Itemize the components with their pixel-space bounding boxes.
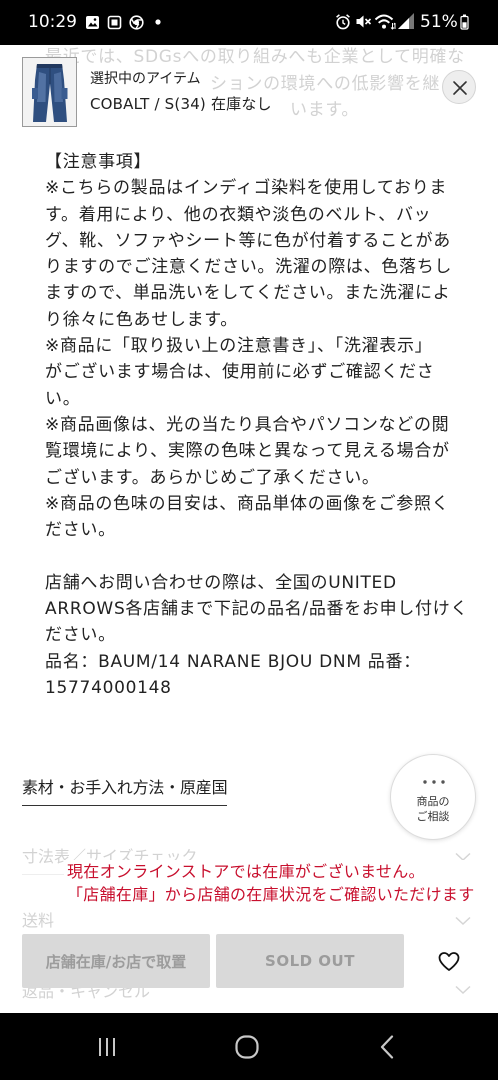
- product-thumbnail[interactable]: [22, 57, 77, 127]
- care-notes-line: ※商品の色味の目安は、商品単体の画像をご参照く: [45, 493, 450, 514]
- close-button[interactable]: [442, 70, 476, 104]
- signal-icon: [397, 12, 415, 30]
- favorite-button[interactable]: [437, 950, 461, 972]
- recents-button[interactable]: [67, 1013, 147, 1080]
- chrome-icon: [129, 15, 144, 30]
- product-consultation-button[interactable]: 商品の ご相談: [390, 754, 476, 840]
- store-inquiry-line: 店舗へお問い合わせの際は、全国のUNITED: [45, 572, 397, 593]
- store-inquiry-line: ARROWS各店舗まで下記の品名/品番をお申し付けく: [45, 599, 469, 620]
- sold-out-button[interactable]: SOLD OUT: [216, 934, 404, 988]
- consult-label-line2: ご相談: [416, 810, 450, 823]
- care-notes-line: り徐々に色あせします。: [45, 309, 238, 330]
- care-notes-heading: 【注意事項】: [45, 152, 152, 172]
- store-inquiry-text: 店舗へお問い合わせの際は、全国のUNITED ARROWS各店舗まで下記の品名/…: [45, 570, 468, 701]
- selected-item-variant: COBALT / S(34) 在庫なし: [90, 95, 272, 113]
- product-name-code-line: 品名：BAUM/14 NARANE BJOU DNM 品番：: [45, 651, 421, 672]
- heart-icon: [438, 952, 460, 971]
- care-notes-line: す。着用により、他の衣類や淡色のベルト、バッ: [45, 204, 432, 225]
- care-notes-line: グ、靴、ソファやシート等に色が付着することがあ: [45, 230, 451, 251]
- chevron-down-icon: [455, 985, 471, 995]
- back-icon: [380, 1034, 394, 1059]
- background-text-fragment: います。: [290, 100, 360, 120]
- back-button[interactable]: [347, 1013, 427, 1080]
- care-notes-line: りますのでご注意ください。洗濯の際は、色落ちし: [45, 257, 453, 278]
- care-notes-line: がございます場合は、使用前に必ずご確認くださ: [45, 362, 435, 383]
- product-code: 15774000148: [45, 677, 172, 698]
- care-notes-line: ※商品画像は、光の当たり具合やパソコンなどの閲: [45, 414, 450, 435]
- care-notes-line: 覧環境により、実際の色味と異なって見える場合が: [45, 441, 450, 462]
- care-notes-line: ますので、単品洗いをしてください。また洗濯によ: [45, 283, 451, 304]
- care-notes: 【注意事項】 ※こちらの製品はインディゴ染料を使用しておりま す。着用により、他…: [45, 149, 452, 543]
- consult-label-line1: 商品の: [416, 795, 450, 808]
- tab-material-care-origin[interactable]: 素材・お手入れ方法・原産国: [22, 776, 228, 806]
- battery-percentage: 51%: [420, 12, 458, 32]
- out-of-stock-notice: 現在オンラインストアでは在庫がございません。 「店舗在庫」から店舗の在庫状況をご…: [64, 860, 476, 906]
- home-icon: [235, 1034, 259, 1059]
- care-notes-line: ございます。あらかじめご了承ください。: [45, 467, 380, 488]
- accordion-item-shipping[interactable]: 送料: [22, 909, 54, 933]
- background-text-fragment: 最近では、SDGsへの取り組みへも企業として明確な: [45, 47, 465, 67]
- screenshot-icon: [107, 15, 122, 30]
- chevron-down-icon: [455, 916, 471, 926]
- more-dots-icon: [423, 780, 445, 784]
- mute-icon: [355, 13, 372, 30]
- close-icon: [453, 81, 467, 95]
- selected-item-label: 選択中のアイテム: [90, 71, 201, 87]
- care-notes-line: ださい。: [45, 520, 116, 541]
- system-navigation-bar: [0, 1013, 498, 1080]
- notification-dot-icon: [155, 19, 161, 25]
- battery-icon: [460, 14, 469, 30]
- status-bar: 10:29 51%: [0, 0, 498, 45]
- home-button[interactable]: [207, 1013, 287, 1080]
- store-stock-reserve-button[interactable]: 店舗在庫/お店で取置: [22, 934, 210, 988]
- wifi-icon: [374, 12, 396, 31]
- recents-icon: [99, 1037, 115, 1056]
- status-time: 10:29: [28, 12, 77, 32]
- care-notes-line: い。: [45, 388, 81, 409]
- store-inquiry-line: ださい。: [45, 625, 116, 646]
- alarm-icon: [335, 13, 351, 30]
- care-notes-line: ※商品に「取り扱い上の注意書き」、「洗濯表示」: [45, 336, 433, 357]
- out-of-stock-message: 現在オンラインストアでは在庫がございません。: [67, 862, 425, 881]
- store-stock-hint: 「店舗在庫」から店舗の在庫状況をご確認いただけます: [67, 885, 475, 904]
- jeans-thumbnail-image: [23, 58, 76, 126]
- care-notes-line: ※こちらの製品はインディゴ染料を使用しておりま: [45, 178, 448, 199]
- gallery-icon: [85, 15, 100, 30]
